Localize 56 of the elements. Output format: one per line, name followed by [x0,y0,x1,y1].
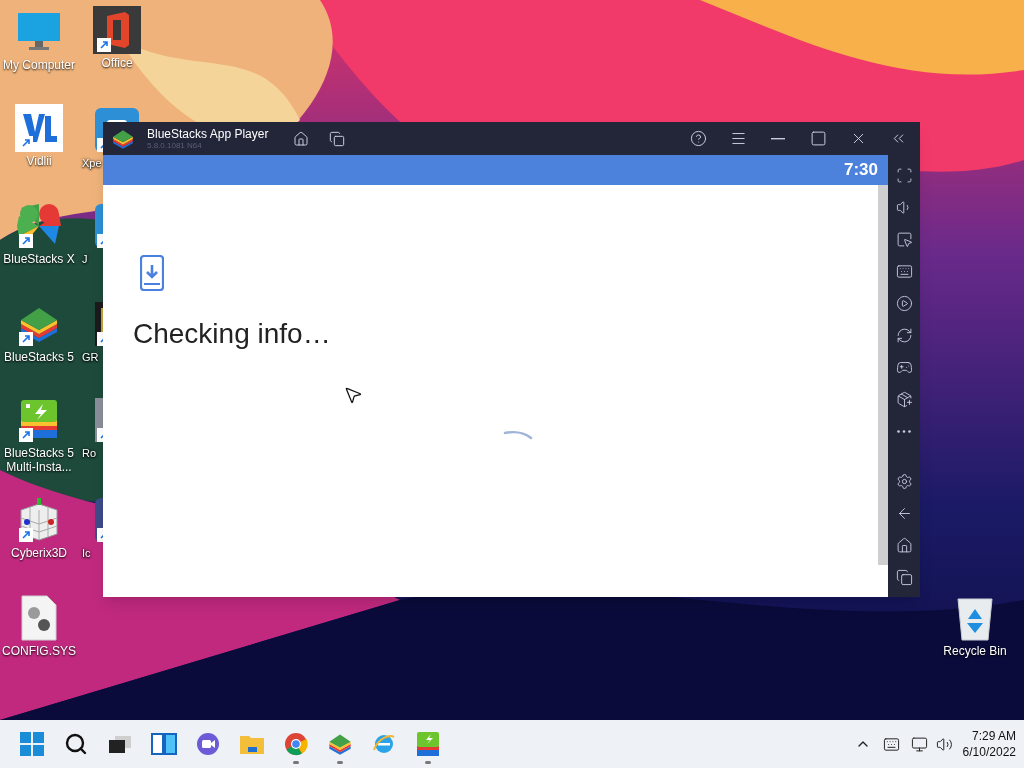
menu-icon [729,130,747,147]
windows-logo-icon [20,732,44,756]
help-icon [689,130,707,147]
phone-download-icon [140,255,164,291]
icon-label[interactable]: J [82,252,88,266]
fullscreen-icon [895,166,913,184]
more-icon [897,429,911,433]
icon-label[interactable]: CONFIG.SYS [0,644,79,658]
search-icon [64,732,88,756]
shortcut-arrow-icon [19,332,33,346]
shortcut-arrow-icon [19,428,33,442]
task-view-icon [109,734,131,754]
home-icon [293,130,310,147]
shortcut-arrow-icon [19,528,33,542]
browser-e-icon [372,732,396,756]
chrome-icon [284,732,308,756]
icon-label[interactable]: Recycle Bin [935,644,1015,658]
settings-icon [895,472,913,490]
keyboard-icon [895,262,913,280]
icon-label[interactable]: BlueStacks X [0,252,79,266]
icon-label[interactable]: BlueStacks 5 Multi-Insta... [0,446,79,474]
widgets-icon [151,733,177,755]
icon-label[interactable]: Ro [82,446,97,460]
pointer-icon [895,230,913,248]
shortcut-arrow-icon [97,38,111,52]
office-icon [93,6,141,54]
icon-label[interactable]: Ic [82,546,91,560]
chat-icon [196,732,220,756]
clock-button[interactable]: 7:29 AM 6/10/2022 [962,728,1016,760]
home-icon [895,536,913,554]
loading-spinner-icon [503,430,533,440]
recycle-bin-icon [955,595,995,641]
shortcut-arrow-icon [19,234,33,248]
shortcut-arrow-icon [19,136,33,150]
status-time: 7:30 [843,159,878,182]
icon-label[interactable]: BlueStacks 5 [0,350,79,364]
monitor-icon [17,12,61,52]
volume-icon [936,735,954,753]
keyboard-icon [883,735,901,753]
maximize-icon [809,130,827,147]
folder-icon [239,733,265,755]
recent-apps-icon [895,568,913,586]
bluestacks-multi-instance-icon [416,731,440,757]
loading-heading: Checking info… [133,317,332,351]
windows-icon [329,130,346,147]
cursor-icon [343,385,363,405]
icon-label[interactable]: GR [82,350,99,364]
play-icon [895,294,913,312]
settings-file-icon [21,595,57,641]
icon-label[interactable]: Cyberix3D [0,546,79,560]
vidlii-logo-icon [15,104,63,152]
monitor-icon [911,735,929,753]
rotate-icon [895,326,913,344]
package-icon [895,390,913,408]
window-title: BlueStacks App Player [147,126,269,141]
minimize-icon [771,137,785,140]
